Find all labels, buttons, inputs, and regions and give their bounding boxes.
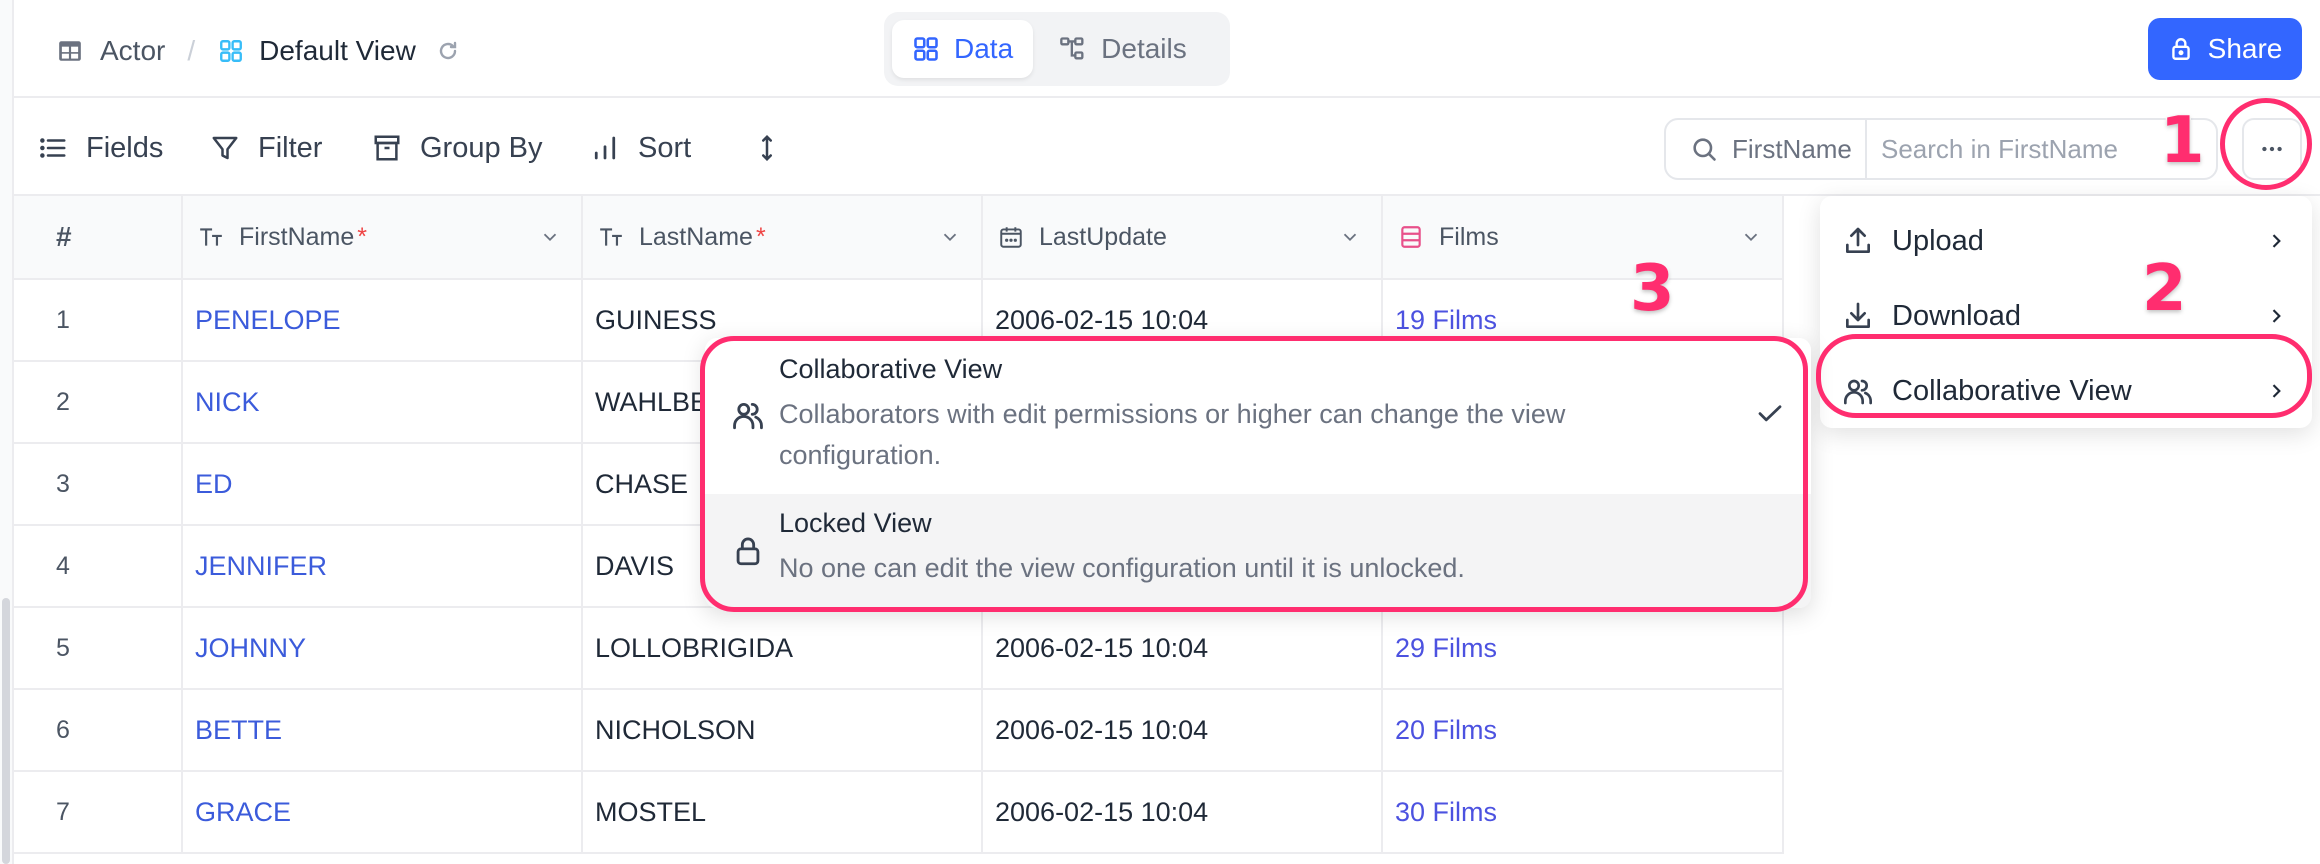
cell-firstname[interactable]: ED xyxy=(183,444,583,524)
lock-icon xyxy=(2171,38,2190,60)
breadcrumb-view[interactable]: Default View xyxy=(259,35,416,67)
search-box: FirstName xyxy=(1664,118,2218,180)
share-button[interactable]: Share xyxy=(2148,18,2302,80)
row-number: 1 xyxy=(14,280,183,360)
row-height-icon xyxy=(762,134,772,162)
text-type-icon xyxy=(597,223,625,251)
column-label: FirstName xyxy=(239,222,355,251)
cell-films[interactable]: 30 Films xyxy=(1383,772,1784,852)
cell-firstname[interactable]: NICK xyxy=(183,362,583,442)
fields-button[interactable]: Fields xyxy=(38,128,163,168)
view-header: Actor / Default View Data Details Share xyxy=(14,0,2320,98)
group-by-label: Group By xyxy=(420,131,543,164)
row-number: 4 xyxy=(14,526,183,606)
required-mark: * xyxy=(357,222,368,251)
group-by-button[interactable]: Group By xyxy=(372,128,543,168)
grid-header: # FirstName * LastName * LastUpdate Films xyxy=(14,196,1784,280)
annotation-number-3: 3 xyxy=(1629,251,1677,328)
row-height-button[interactable] xyxy=(752,128,782,168)
chevron-down-icon[interactable] xyxy=(939,226,961,248)
cell-lastname[interactable]: MOSTEL xyxy=(583,772,983,852)
sort-label: Sort xyxy=(638,131,692,164)
search-field-label: FirstName xyxy=(1732,133,1852,164)
cell-lastupdate[interactable]: 2006-02-15 10:04 xyxy=(983,690,1383,770)
annotation-ring-2 xyxy=(1816,334,2312,418)
cell-firstname[interactable]: GRACE xyxy=(183,772,583,852)
table-row[interactable]: 5 JOHNNY LOLLOBRIGIDA 2006-02-15 10:04 2… xyxy=(14,608,1784,690)
tab-details[interactable]: Details xyxy=(1039,20,1207,78)
bar-sort-icon xyxy=(594,136,616,160)
cell-firstname[interactable]: JOHNNY xyxy=(183,608,583,688)
table-row[interactable]: 7 GRACE MOSTEL 2006-02-15 10:04 30 Films xyxy=(14,772,1784,854)
row-number: 2 xyxy=(14,362,183,442)
table-icon xyxy=(56,37,84,65)
breadcrumb-separator: / xyxy=(187,35,196,66)
required-mark: * xyxy=(755,222,766,251)
search-field-selector[interactable]: FirstName xyxy=(1666,120,1867,178)
chevron-down-icon[interactable] xyxy=(539,226,561,248)
search-icon xyxy=(1693,138,1716,161)
filter-label: Filter xyxy=(258,131,323,164)
text-type-icon xyxy=(197,223,225,251)
menu-item-upload[interactable]: Upload xyxy=(1820,204,2312,278)
annotation-ring-3 xyxy=(700,336,1808,612)
list-icon xyxy=(40,138,66,158)
archive-icon xyxy=(374,135,400,161)
annotation-number-1: 1 xyxy=(2159,103,2207,180)
chevron-down-icon[interactable] xyxy=(1740,226,1762,248)
breadcrumb-table[interactable]: Actor xyxy=(100,35,165,67)
toolbar: Fields Filter Group By Sort FirstName xyxy=(14,98,2320,196)
filter-icon xyxy=(212,136,238,160)
column-header-lastname[interactable]: LastName * xyxy=(583,196,983,278)
column-label: Films xyxy=(1439,222,1499,251)
chevron-right-icon xyxy=(2272,234,2281,248)
upload-icon xyxy=(1846,227,1870,253)
cell-lastname[interactable]: LOLLOBRIGIDA xyxy=(583,608,983,688)
annotation-ring-1 xyxy=(2220,98,2312,190)
annotation-number-2: 2 xyxy=(2141,251,2189,328)
tab-data[interactable]: Data xyxy=(892,20,1034,78)
menu-item-label: Upload xyxy=(1892,224,1984,257)
table-row[interactable]: 6 BETTE NICHOLSON 2006-02-15 10:04 20 Fi… xyxy=(14,690,1784,772)
download-icon xyxy=(1846,302,1870,328)
cell-firstname[interactable]: JENNIFER xyxy=(183,526,583,606)
column-header-row-number: # xyxy=(14,196,183,278)
chevron-down-icon[interactable] xyxy=(1339,226,1361,248)
row-number: 7 xyxy=(14,772,183,852)
tab-details-label: Details xyxy=(1101,33,1187,64)
cell-lastupdate[interactable]: 2006-02-15 10:04 xyxy=(983,608,1383,688)
schema-icon xyxy=(1060,37,1084,60)
breadcrumb: Actor / Default View xyxy=(56,30,462,72)
menu-item-label: Download xyxy=(1892,299,2021,332)
grid-icon xyxy=(914,37,938,61)
column-label: LastUpdate xyxy=(1039,222,1167,251)
cell-films[interactable]: 20 Films xyxy=(1383,690,1784,770)
row-number: 3 xyxy=(14,444,183,524)
cell-films[interactable]: 29 Films xyxy=(1383,608,1784,688)
calendar-icon xyxy=(997,223,1025,251)
links-icon xyxy=(1397,223,1425,251)
cell-lastupdate[interactable]: 2006-02-15 10:04 xyxy=(983,772,1383,852)
column-header-films[interactable]: Films xyxy=(1383,196,1784,278)
row-number: 5 xyxy=(14,608,183,688)
view-tabs: Data Details xyxy=(884,12,1230,86)
column-header-lastupdate[interactable]: LastUpdate xyxy=(983,196,1383,278)
chevron-right-icon xyxy=(2272,309,2281,323)
column-label: # xyxy=(56,221,72,252)
row-number: 6 xyxy=(14,690,183,770)
vertical-scrollbar[interactable] xyxy=(2,598,10,864)
refresh-icon[interactable] xyxy=(434,37,462,65)
cell-firstname[interactable]: BETTE xyxy=(183,690,583,770)
fields-label: Fields xyxy=(86,131,164,164)
grid-view-icon xyxy=(217,37,245,65)
filter-button[interactable]: Filter xyxy=(210,128,322,168)
tab-data-label: Data xyxy=(954,33,1014,64)
column-label: LastName xyxy=(639,222,753,251)
sort-button[interactable]: Sort xyxy=(590,128,691,168)
cell-lastname[interactable]: NICHOLSON xyxy=(583,690,983,770)
share-label: Share xyxy=(2207,33,2283,64)
cell-firstname[interactable]: PENELOPE xyxy=(183,280,583,360)
column-header-firstname[interactable]: FirstName * xyxy=(183,196,583,278)
